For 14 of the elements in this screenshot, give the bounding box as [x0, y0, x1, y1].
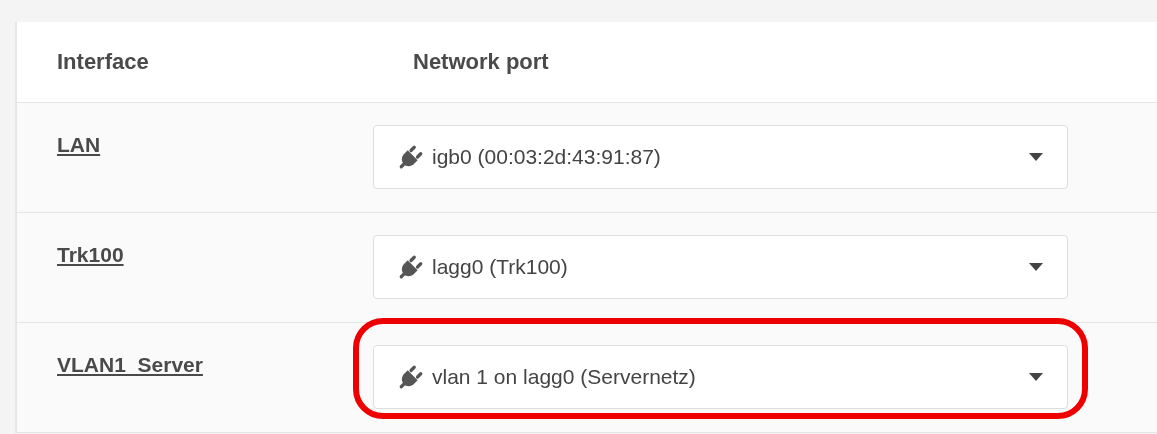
- interface-link[interactable]: LAN: [57, 133, 101, 156]
- port-select[interactable]: vlan 1 on lagg0 (Servernetz): [373, 345, 1068, 409]
- column-header: Interface: [56, 49, 150, 75]
- port-select[interactable]: lagg0 (Trk100): [373, 235, 1068, 299]
- plug-icon: [398, 364, 424, 390]
- plug-icon: [398, 144, 424, 170]
- caret-icon: [1029, 153, 1043, 161]
- port-select[interactable]: igb0 (00:03:2d:43:91:87): [373, 125, 1068, 189]
- interface-link[interactable]: Trk100: [57, 243, 124, 266]
- plug-icon: [398, 254, 424, 280]
- interface-link[interactable]: VLAN1_Server: [57, 353, 203, 376]
- caret-icon: [1029, 263, 1043, 271]
- column-header: Network port: [412, 49, 550, 75]
- caret-icon: [1029, 373, 1043, 381]
